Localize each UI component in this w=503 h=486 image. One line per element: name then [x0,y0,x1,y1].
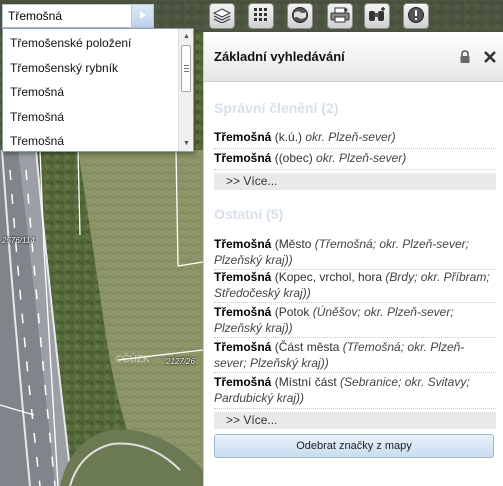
close-icon[interactable] [483,50,497,64]
result-type: (k.ú.) [271,130,306,144]
result-type: (Potok [271,305,313,319]
more-link-administrative[interactable]: >> Více... [214,173,496,190]
info-icon [407,6,425,27]
result-location: okr. Plzeň-sever) [316,151,407,165]
result-name: Třemošná [214,375,272,389]
print-icon [330,7,350,26]
result-item[interactable]: Třemošná ((obec) okr. Plzeň-sever) [214,150,496,170]
result-item[interactable]: Třemošná (Část města (Třemošná; okr. Plz… [214,339,496,373]
search-submit-button[interactable] [131,5,153,27]
result-name: Třemošná [214,305,272,319]
suggestion-item[interactable]: Třemošenské položení [3,31,179,56]
grid-button[interactable] [248,3,274,29]
result-item[interactable]: Třemošná (Kopec, vrchol, hora (Brdy; okr… [214,269,496,303]
print-button[interactable] [327,3,353,29]
layers-icon [212,7,232,26]
globe-button[interactable] [287,3,313,29]
dropdown-scrollbar[interactable]: ▲ ▼ [178,29,193,151]
parcel-label: 2576/114 [2,236,35,245]
globe-icon [291,6,309,27]
parcel-label: 2127/26 [166,357,195,366]
lock-icon[interactable] [458,50,472,64]
suggestion-item[interactable]: Třemošná [3,105,179,130]
more-link-other[interactable]: >> Více... [214,412,496,429]
result-item[interactable]: Třemošná (Místní část (Sebranice; okr. S… [214,374,496,409]
arrow-right-icon [139,9,147,23]
result-item[interactable]: Třemošná (Město (Třemošná; okr. Plzeň-se… [214,236,496,270]
panel-title: Základní vyhledávání [214,49,345,64]
panel-header: Základní vyhledávání [204,32,503,82]
scroll-up-icon[interactable]: ▲ [179,29,193,44]
result-type: (Část města [271,340,343,354]
section-heading-administrative: Správní členění (2) [214,100,339,116]
binoculars-icon [367,6,387,26]
search-box [2,4,154,28]
info-button[interactable] [403,3,429,29]
suggestion-item[interactable]: Třemošná [3,129,179,151]
result-type: (Místní část [271,375,341,389]
result-name: Třemošná [214,130,272,144]
result-name: Třemošná [214,340,272,354]
result-item[interactable]: Třemošná (Potok (Úněšov; okr. Plzeň-seve… [214,304,496,338]
result-location: okr. Plzeň-sever) [305,130,396,144]
grid-icon [253,7,269,26]
search-input[interactable] [3,5,131,27]
result-type: ((obec) [271,151,317,165]
result-name: Třemošná [214,237,272,251]
result-item[interactable]: Třemošná (k.ú.) okr. Plzeň-sever) [214,129,496,149]
copyright-watermark: ©ČÚZK [115,354,150,365]
scrollbar-thumb[interactable] [181,45,191,92]
suggestion-item[interactable]: Třemošná [3,80,179,105]
suggestion-item[interactable]: Třemošenský rybník [3,56,179,81]
result-name: Třemošná [214,270,272,284]
result-name: Třemošná [214,151,272,165]
search-panel: Základní vyhledávání Správní členění (2)… [203,32,503,486]
section-heading-other: Ostatní (5) [214,206,284,222]
scroll-down-icon[interactable]: ▼ [179,136,193,151]
remove-markers-button[interactable]: Odebrat značky z mapy [214,434,494,458]
result-type: (Kopec, vrchol, hora [271,270,386,284]
binoculars-button[interactable] [364,3,390,29]
suggestion-list: Třemošenské položení Třemošenský rybník … [3,31,179,151]
result-type: (Město [271,237,315,251]
layers-button[interactable] [209,3,235,29]
autocomplete-dropdown: Třemošenské položení Třemošenský rybník … [2,28,194,152]
